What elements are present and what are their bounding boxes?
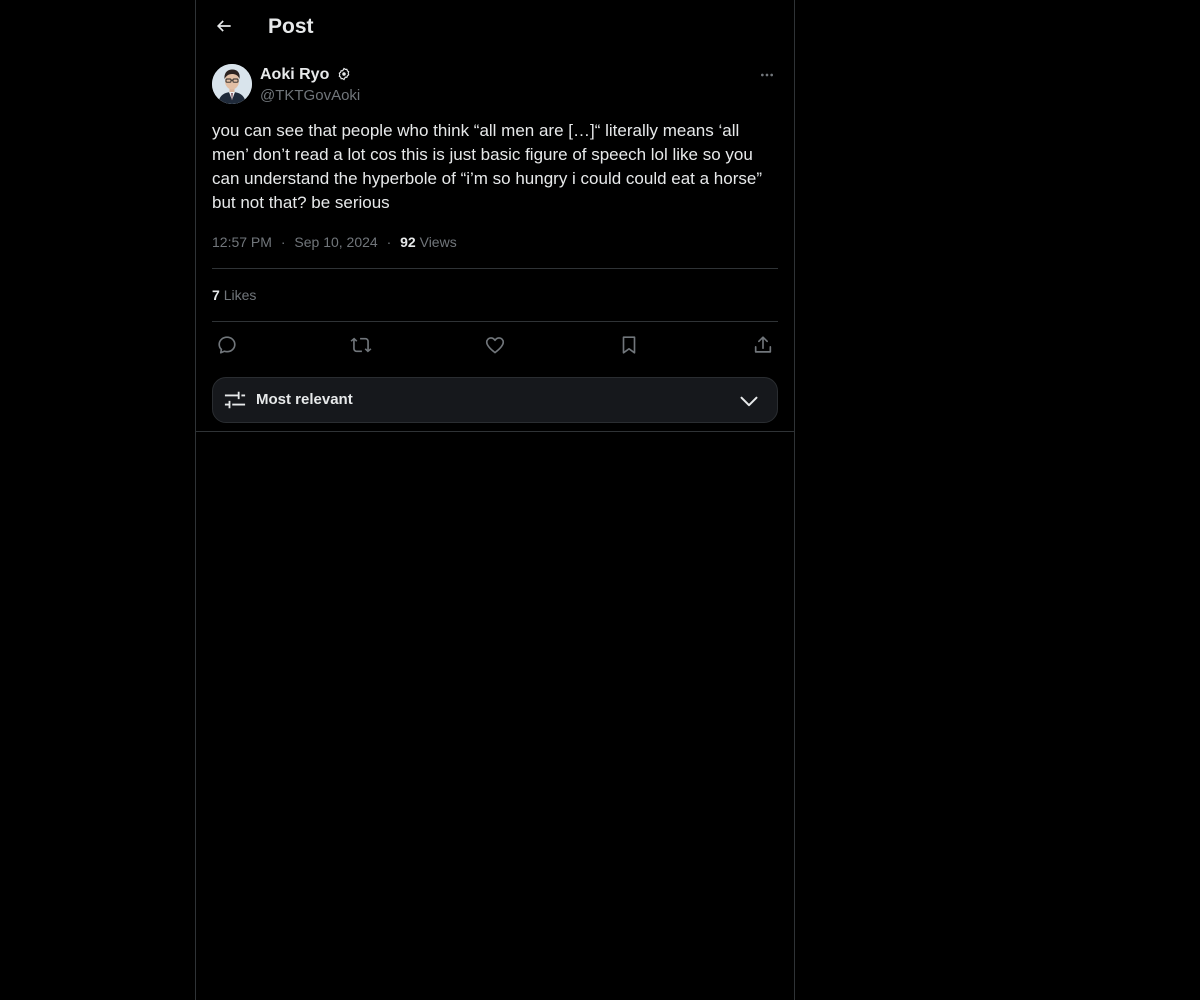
avatar[interactable]	[212, 64, 252, 104]
action-bar	[212, 333, 778, 357]
reply-button[interactable]	[212, 333, 242, 357]
bookmark-icon	[622, 336, 636, 354]
page-header: Post	[196, 0, 794, 53]
author-handle[interactable]: @TKTGovAoki	[260, 86, 360, 106]
repost-button[interactable]	[346, 333, 376, 357]
sliders-icon	[224, 391, 246, 409]
verified-badge-icon	[338, 67, 350, 81]
like-button[interactable]	[480, 333, 510, 357]
sort-replies-dropdown[interactable]: Most relevant	[212, 377, 778, 423]
share-button[interactable]	[748, 333, 778, 357]
divider	[212, 321, 778, 322]
main-column: Post Aoki Ryo @TKTGovAoki you can see th…	[195, 0, 795, 1000]
likes-stat[interactable]: 7 Likes	[212, 285, 256, 305]
likes-label: Likes	[223, 287, 257, 303]
more-dots-icon	[761, 73, 773, 77]
likes-count: 7	[212, 287, 220, 303]
meta-separator: ·	[280, 234, 286, 250]
arrow-left-icon	[216, 20, 231, 32]
chevron-down-icon	[740, 396, 758, 407]
repost-icon	[350, 337, 372, 353]
post-meta: 12:57 PM · Sep 10, 2024 · 92 Views	[212, 232, 457, 252]
heart-icon	[485, 337, 505, 354]
meta-separator: ·	[386, 234, 392, 250]
share-icon	[754, 336, 772, 353]
more-options-button[interactable]	[756, 64, 778, 86]
author-name[interactable]: Aoki Ryo	[260, 66, 329, 83]
sort-label: Most relevant	[256, 391, 353, 408]
views-label: Views	[419, 234, 457, 250]
divider	[212, 268, 778, 269]
reply-icon	[218, 336, 236, 354]
post-date[interactable]: Sep 10, 2024	[294, 234, 377, 250]
bookmark-button[interactable]	[614, 333, 644, 357]
post-text: you can see that people who think “all m…	[212, 121, 767, 212]
post-time[interactable]: 12:57 PM	[212, 234, 272, 250]
back-button[interactable]	[206, 8, 242, 44]
author-name-row[interactable]: Aoki Ryo	[260, 65, 351, 85]
views-count: 92	[400, 234, 416, 250]
page-title: Post	[268, 15, 314, 38]
divider	[196, 431, 794, 432]
avatar-image	[212, 64, 252, 104]
